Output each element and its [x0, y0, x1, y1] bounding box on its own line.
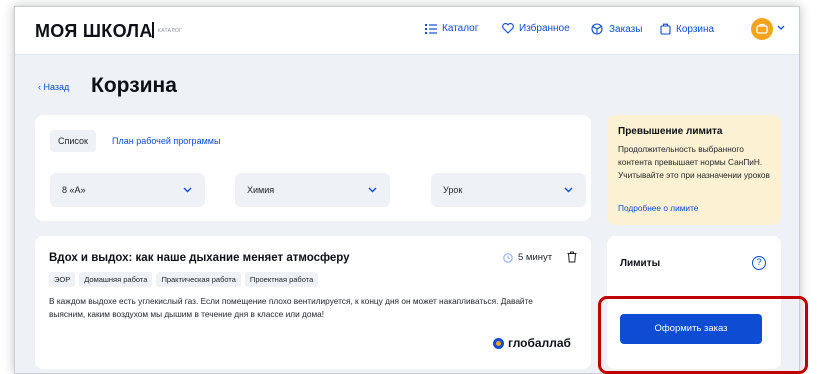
heart-icon [502, 23, 514, 34]
subject-select-value: Химия [247, 185, 275, 195]
nav-cart[interactable]: Корзина [660, 23, 714, 35]
class-select[interactable]: 8 «А» [50, 173, 205, 207]
lesson-duration: 5 минут [503, 252, 552, 263]
lesson-tags: ЭОР Домашняя работа Практическая работа … [49, 272, 319, 287]
back-link[interactable]: ‹ Назад [38, 82, 69, 92]
lesson-duration-value: 5 минут [518, 252, 553, 263]
help-icon[interactable]: ? [752, 256, 766, 270]
list-icon [425, 23, 437, 34]
provider-logo: глобаллаб [493, 336, 571, 350]
lesson-type-select[interactable]: Урок [431, 173, 586, 207]
provider-name: глобаллаб [508, 336, 571, 350]
page-title: Корзина [91, 74, 177, 97]
tag: Проектная работа [244, 272, 319, 287]
filters-card: Список План рабочей программы 8 «А» Хими… [35, 115, 591, 221]
highlight-frame [598, 296, 808, 374]
top-header: МОЯ ШКОЛА КАТАЛОГ Каталог Избранное Зака… [15, 7, 799, 55]
nav-orders-label: Заказы [609, 23, 643, 35]
avatar[interactable] [751, 18, 773, 40]
user-icon [756, 23, 768, 34]
nav-orders[interactable]: Заказы [590, 23, 642, 35]
trash-icon[interactable] [567, 251, 577, 263]
nav-favorites[interactable]: Избранное [502, 23, 570, 34]
logo[interactable]: МОЯ ШКОЛА [35, 21, 153, 42]
back-link-label: Назад [43, 82, 70, 92]
class-select-value: 8 «А» [62, 185, 86, 195]
logo-divider [152, 22, 154, 38]
tab-list[interactable]: Список [50, 130, 96, 152]
globe-icon [493, 337, 504, 349]
nav-catalog-label: Каталог [442, 23, 479, 34]
limits-title: Лимиты [620, 258, 661, 269]
orders-icon [591, 23, 603, 35]
lesson-type-select-value: Урок [443, 185, 463, 195]
warning-title: Превышение лимита [618, 126, 723, 137]
tab-work-program[interactable]: План рабочей программы [112, 130, 220, 152]
logo-subtitle: КАТАЛОГ [158, 28, 183, 34]
chevron-down-icon [183, 187, 192, 193]
clock-icon [503, 252, 513, 263]
nav-catalog[interactable]: Каталог [425, 23, 478, 34]
chevron-down-icon [564, 187, 573, 193]
shopping-bag-icon [660, 23, 671, 35]
chevron-down-icon [368, 187, 377, 193]
tag: Практическая работа [156, 272, 241, 287]
lesson-description: В каждом выдохе есть углекислый газ. Есл… [49, 296, 533, 319]
lesson-card: Вдох и выдох: как наше дыхание меняет ат… [35, 236, 591, 369]
limit-warning-card: Превышение лимита Продолжительность выбр… [607, 115, 781, 225]
subject-select[interactable]: Химия [235, 173, 390, 207]
tag: Домашняя работа [79, 272, 153, 287]
nav-favorites-label: Избранное [519, 23, 570, 34]
warning-text: Продолжительность выбранного контента пр… [618, 144, 770, 180]
chevron-down-icon[interactable] [777, 25, 785, 31]
limit-details-link[interactable]: Подробнее о лимите [618, 203, 698, 213]
lesson-title[interactable]: Вдох и выдох: как наше дыхание меняет ат… [49, 252, 350, 264]
tag: ЭОР [49, 272, 76, 287]
nav-cart-label: Корзина [676, 23, 715, 35]
